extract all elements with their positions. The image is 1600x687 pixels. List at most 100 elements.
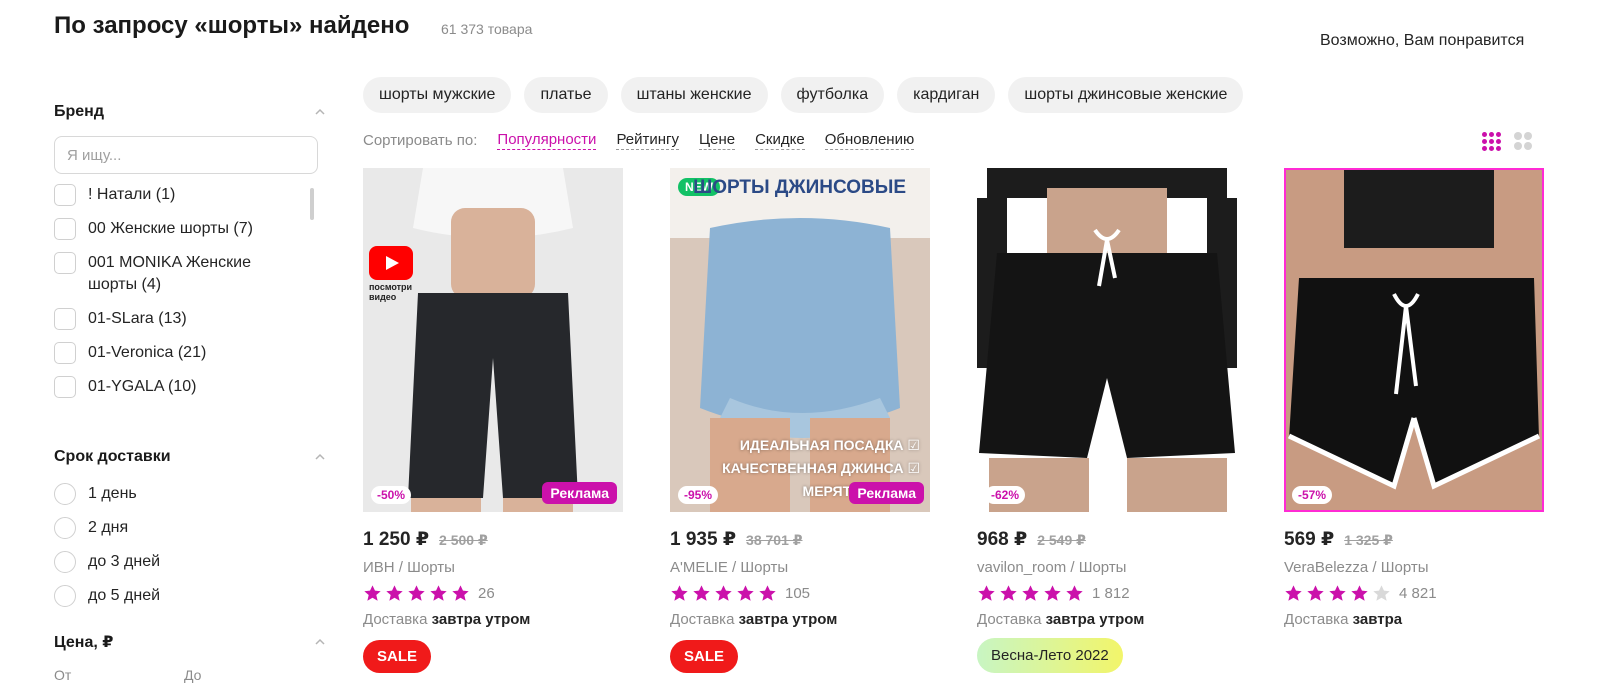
delivery-option[interactable]: до 3 дней — [54, 551, 326, 573]
chevron-up-icon[interactable] — [314, 451, 326, 463]
delivery-filter-header[interactable]: Срок доставки — [54, 445, 326, 469]
related-search-tags: шорты мужские платье штаны женские футбо… — [363, 77, 1244, 113]
discount-badge: -50% — [371, 486, 412, 504]
brand-checkbox[interactable] — [54, 252, 76, 274]
brand-option-label: 001 MONIKA Женские шорты (4) — [88, 254, 251, 293]
star-filled-icon — [1351, 585, 1368, 601]
page-title: По запросу «шорты» найдено — [54, 12, 410, 39]
product-image[interactable]: NEW ШОРТЫ ДЖИНСОВЫЕ ИДЕАЛЬНАЯ ПОСАДКА ☑ … — [670, 168, 930, 512]
sort-rating[interactable]: Рейтингу — [616, 131, 680, 150]
price-to-label[interactable]: До — [184, 667, 314, 683]
product-brand[interactable]: ИВН / Шорты — [363, 559, 623, 576]
sale-badge: SALE — [670, 640, 739, 673]
search-tag[interactable]: шорты джинсовые женские — [1008, 77, 1244, 113]
brand-checkbox[interactable] — [54, 376, 76, 398]
product-brand[interactable]: A'MELIE / Шорты — [670, 559, 930, 576]
sort-price[interactable]: Цене — [699, 131, 736, 150]
large-grid-icon[interactable] — [1514, 132, 1532, 150]
view-toggle — [1482, 132, 1532, 151]
star-filled-icon — [430, 585, 447, 601]
star-filled-icon — [693, 585, 710, 601]
results-count: 61 373 товара — [441, 21, 533, 37]
brand-option[interactable]: ! Натали (1) — [54, 184, 326, 206]
product-rating: 4 821 — [1284, 584, 1544, 603]
brand-checkbox[interactable] — [54, 218, 76, 240]
delivery-when: завтра утром — [431, 611, 531, 628]
product-image[interactable]: -57% — [1284, 168, 1544, 512]
delivery-prefix: Доставка — [363, 611, 428, 628]
product-brand[interactable]: vavilon_room / Шорты — [977, 559, 1237, 576]
search-tag[interactable]: платье — [524, 77, 608, 113]
brand-checkbox[interactable] — [54, 342, 76, 364]
rating-stars — [1284, 584, 1391, 603]
delivery-option-label: до 5 дней — [88, 587, 161, 604]
season-badge: Весна-Лето 2022 — [977, 638, 1123, 673]
brand-search-input[interactable] — [54, 136, 318, 174]
product-delivery: Доставка завтра утром — [363, 611, 623, 628]
star-filled-icon — [364, 585, 381, 601]
brand-option[interactable]: 01-YGALA (10) — [54, 376, 326, 398]
product-rating: 105 — [670, 584, 930, 603]
star-filled-icon — [1307, 585, 1324, 601]
star-filled-icon — [715, 585, 732, 601]
small-grid-icon[interactable] — [1482, 132, 1501, 151]
sort-popularity[interactable]: Популярности — [497, 131, 597, 150]
price-filter-header[interactable]: Цена, ₽ — [54, 630, 326, 654]
product-delivery: Доставка завтра утром — [977, 611, 1237, 628]
chevron-up-icon[interactable] — [314, 636, 326, 648]
brand-checkbox[interactable] — [54, 184, 76, 206]
brand-checkbox[interactable] — [54, 308, 76, 330]
ad-badge: Реклама — [542, 482, 617, 504]
rating-count: 1 812 — [1092, 585, 1130, 602]
delivery-option-label: до 3 дней — [88, 553, 161, 570]
sale-badge: SALE — [363, 640, 432, 673]
delivery-radio[interactable] — [54, 517, 76, 539]
delivery-radio[interactable] — [54, 585, 76, 607]
product-delivery: Доставка завтра — [1284, 611, 1544, 628]
product-image[interactable]: -62% — [977, 168, 1237, 512]
brand-option[interactable]: 01-SLara (13) — [54, 308, 326, 330]
product-old-price: 2 549 ₽ — [1037, 532, 1086, 548]
brand-filter: Бренд ! Натали (1) 00 Женские шорты (7) … — [54, 100, 326, 414]
search-tag[interactable]: штаны женские — [620, 77, 768, 113]
brand-option-label: 01-YGALA (10) — [88, 378, 197, 395]
sort-updated[interactable]: Обновлению — [824, 131, 915, 150]
delivery-option-label: 1 день — [88, 485, 137, 502]
product-brand[interactable]: VeraBelezza / Шорты — [1284, 559, 1544, 576]
star-filled-icon — [1285, 585, 1302, 601]
brand-option[interactable]: 01-Veronica (21) — [54, 342, 326, 364]
brand-option-label: 00 Женские шорты (7) — [88, 220, 253, 237]
delivery-option[interactable]: 1 день — [54, 483, 326, 505]
delivery-prefix: Доставка — [977, 611, 1042, 628]
ad-badge: Реклама — [849, 482, 924, 504]
product-price: 1 250 ₽ — [363, 529, 430, 550]
search-tag[interactable]: кардиган — [897, 77, 996, 113]
brand-option[interactable]: 001 MONIKA Женские шорты (4) — [54, 252, 326, 296]
product-image[interactable]: посмотри видео -50% Реклама — [363, 168, 623, 512]
product-card[interactable]: -62% 968 ₽ 2 549 ₽ vavilon_room / Шорты … — [977, 168, 1237, 673]
play-video-icon[interactable] — [369, 246, 413, 280]
rating-count: 105 — [785, 585, 811, 602]
delivery-option[interactable]: до 5 дней — [54, 585, 326, 607]
brand-filter-header[interactable]: Бренд — [54, 100, 326, 124]
star-filled-icon — [386, 585, 403, 601]
product-delivery: Доставка завтра утром — [670, 611, 930, 628]
brand-list: ! Натали (1) 00 Женские шорты (7) 001 MO… — [54, 184, 326, 414]
delivery-option[interactable]: 2 дня — [54, 517, 326, 539]
product-card[interactable]: -57% 569 ₽ 1 325 ₽ VeraBelezza / Шорты 4… — [1284, 168, 1544, 628]
delivery-when: завтра утром — [738, 611, 838, 628]
price-from-label[interactable]: От — [54, 667, 184, 683]
chevron-up-icon[interactable] — [314, 106, 326, 118]
delivery-radio[interactable] — [54, 551, 76, 573]
brand-option[interactable]: 00 Женские шорты (7) — [54, 218, 326, 240]
search-tag[interactable]: шорты мужские — [363, 77, 512, 113]
product-card[interactable]: NEW ШОРТЫ ДЖИНСОВЫЕ ИДЕАЛЬНАЯ ПОСАДКА ☑ … — [670, 168, 930, 673]
star-filled-icon — [759, 585, 776, 601]
search-tag[interactable]: футболка — [780, 77, 885, 113]
star-filled-icon — [1066, 585, 1083, 601]
brand-list-scrollbar[interactable] — [310, 188, 314, 220]
delivery-radio[interactable] — [54, 483, 76, 505]
sort-discount[interactable]: Скидке — [755, 131, 805, 150]
sort-label: Сортировать по: — [363, 132, 478, 149]
product-card[interactable]: посмотри видео -50% Реклама 1 250 ₽ 2 50… — [363, 168, 623, 673]
